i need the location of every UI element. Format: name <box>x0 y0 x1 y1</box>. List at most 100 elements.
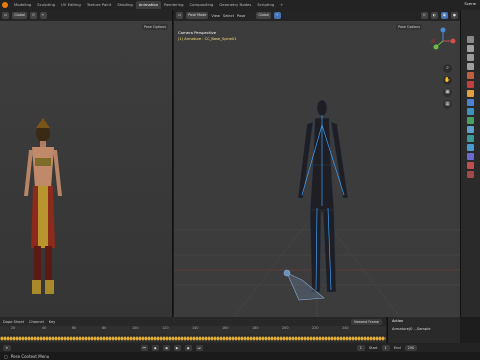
prev-key-icon[interactable]: ◆ <box>151 344 159 351</box>
end-frame-field[interactable]: 250 <box>404 344 418 351</box>
keyframe-marker <box>225 336 229 341</box>
keyframe-marker <box>51 336 55 341</box>
ruler-tick: 40 <box>42 326 47 330</box>
keyframe-marker <box>42 336 46 341</box>
tab-modeling[interactable]: Modeling <box>11 1 34 9</box>
next-key-icon[interactable]: ◆ <box>184 344 192 351</box>
keyframe-marker <box>48 336 52 341</box>
tab-scripting[interactable]: Scripting <box>254 1 277 9</box>
modifier-properties-icon[interactable] <box>467 99 474 106</box>
zoom-icon[interactable]: ⌕ <box>443 64 452 73</box>
keyframe-marker <box>111 336 115 341</box>
bone-constraints-icon[interactable] <box>467 153 474 160</box>
tab-animation[interactable]: Animation <box>135 1 162 9</box>
keyframe-marker <box>231 336 235 341</box>
keying-snap-dropdown[interactable]: Nearest Frame <box>351 318 382 325</box>
keyframe-marker <box>108 336 112 341</box>
tab-uv-editing[interactable]: UV Editing <box>58 1 84 9</box>
keyframe-marker <box>252 336 256 341</box>
physics-icon[interactable] <box>467 117 474 124</box>
keyframe-marker <box>333 336 337 341</box>
perspective-toggle-icon[interactable]: ▦ <box>443 100 452 109</box>
keyframe-marker <box>105 336 109 341</box>
keyframe-marker <box>201 336 205 341</box>
keyframe-marker <box>21 336 25 341</box>
rendered-character[interactable] <box>0 10 173 317</box>
keyframe-marker <box>12 336 16 341</box>
keyframe-marker <box>279 336 283 341</box>
keyframe-marker <box>345 336 349 341</box>
right-viewport[interactable]: ▭ Pose Mode View Select Pose Global ⌖ ⊙ … <box>174 10 460 317</box>
keyframe-marker <box>216 336 220 341</box>
keyframe-marker <box>237 336 241 341</box>
start-label: Start <box>368 345 378 350</box>
keyframe-marker <box>258 336 262 341</box>
keyframe-marker <box>342 336 346 341</box>
start-frame-field[interactable]: 1 <box>381 344 390 351</box>
keyframe-marker <box>114 336 118 341</box>
keyframe-marker <box>303 336 307 341</box>
left-viewport[interactable]: ▭ Global ⊙ ⌖ Pose Options <box>0 10 173 317</box>
tab-compositing[interactable]: Compositing <box>187 1 217 9</box>
keyframe-marker <box>339 336 343 341</box>
keyframe-marker <box>234 336 238 341</box>
keyframe-marker <box>351 336 355 341</box>
action-name-field[interactable]: Armature|0 ...Sample <box>388 325 460 333</box>
data-properties-icon[interactable] <box>467 135 474 142</box>
keyframe-marker <box>363 336 367 341</box>
keyframe-marker <box>33 336 37 341</box>
tab-texture-paint[interactable]: Texture Paint <box>84 1 115 9</box>
ruler-tick: 20 <box>11 326 16 330</box>
keyframe-marker <box>9 336 13 341</box>
keyframe-marker <box>372 336 376 341</box>
current-frame-field[interactable]: 1 <box>356 344 365 351</box>
pan-hand-icon[interactable]: ✋ <box>443 76 452 85</box>
keyframe-marker <box>30 336 34 341</box>
tab-rendering[interactable]: Rendering <box>161 1 186 9</box>
material-icon[interactable] <box>467 162 474 169</box>
view-layer-icon[interactable] <box>467 63 474 70</box>
particles-icon[interactable] <box>467 108 474 115</box>
timeline-ruler[interactable]: 20 40 60 80 100 120 140 160 180 200 220 … <box>0 326 386 334</box>
keyframe-marker <box>0 336 4 341</box>
blender-logo-icon[interactable] <box>2 2 8 8</box>
keyframe-marker <box>276 336 280 341</box>
playback-dropdown[interactable]: ▾ <box>3 344 11 351</box>
play-reverse-icon[interactable]: ◀ <box>162 344 170 351</box>
tab-geometry-nodes[interactable]: Geometry Nodes <box>216 1 254 9</box>
render-properties-icon[interactable] <box>467 45 474 52</box>
scene-properties-icon[interactable] <box>467 72 474 79</box>
output-properties-icon[interactable] <box>467 54 474 61</box>
world-properties-icon[interactable] <box>467 81 474 88</box>
texture-icon[interactable] <box>467 171 474 178</box>
scene-selector[interactable]: Scene <box>464 1 476 6</box>
keyframe-marker <box>198 336 202 341</box>
camera-view-icon[interactable]: ▣ <box>443 88 452 97</box>
keyframe-marker <box>153 336 157 341</box>
add-workspace-button[interactable]: + <box>277 1 286 9</box>
keyframe-marker <box>312 336 316 341</box>
tool-properties-icon[interactable] <box>467 36 474 43</box>
timeline-header: Dope Sheet Channel Key Nearest Frame <box>0 317 386 326</box>
keyframe-marker <box>378 336 382 341</box>
constraints-icon[interactable] <box>467 126 474 133</box>
keyframe-marker <box>264 336 268 341</box>
tab-shading[interactable]: Shading <box>114 1 135 9</box>
keyframe-marker <box>102 336 106 341</box>
menu-key[interactable]: Key <box>49 320 56 324</box>
bone-properties-icon[interactable] <box>467 144 474 151</box>
keyframe-marker <box>336 336 340 341</box>
play-icon[interactable]: ▶ <box>173 344 181 351</box>
keyframe-row[interactable] <box>0 334 386 343</box>
keyframe-marker <box>300 336 304 341</box>
xray-character-armature[interactable] <box>174 10 460 317</box>
menu-channel[interactable]: Channel <box>29 320 44 324</box>
status-text: Pose Context Menu <box>10 353 50 359</box>
jump-end-icon[interactable]: ⏭ <box>195 344 203 351</box>
object-properties-icon[interactable] <box>467 90 474 97</box>
jump-start-icon[interactable]: ⏮ <box>140 344 148 351</box>
keyframe-marker <box>291 336 295 341</box>
navigation-gizmo[interactable] <box>428 26 458 56</box>
tab-sculpting[interactable]: Sculpting <box>34 1 58 9</box>
menu-dope-sheet[interactable]: Dope Sheet <box>3 320 24 324</box>
